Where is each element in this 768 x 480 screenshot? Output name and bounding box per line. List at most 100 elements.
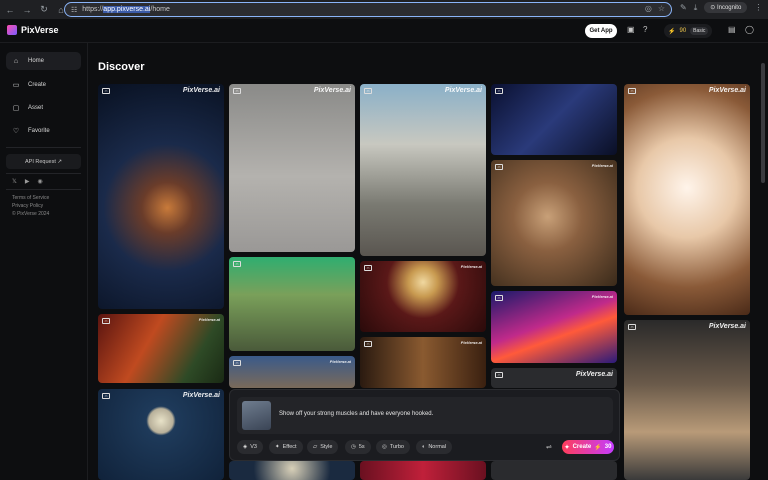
x-icon[interactable]: 𝕏 [12,178,17,185]
turbo-icon: ◎ [382,444,387,450]
url-path: /home [150,6,170,13]
api-request-button[interactable]: API Request ↗ [6,154,81,169]
option-label: Style [320,444,333,450]
downloads-icon[interactable]: ⤓ [694,3,698,13]
gallery-card[interactable]: ▭ PixVerse.ai [624,84,750,315]
model-select[interactable]: ◈ V3 [237,440,263,454]
watermark: PixVerse.ai [313,87,351,94]
prompt-panel: Show off your strong muscles and have ev… [229,389,620,461]
clock-icon: ◷ [351,444,356,450]
create-cost: 30 [604,444,612,450]
browser-toolbar: ← → ↻ ⌂ ☷ https://app.pixverse.ai/home ◎… [0,0,768,19]
discord-icon[interactable]: ◉ [37,178,42,185]
reference-image[interactable] [242,401,271,430]
video-badge-icon: ▭ [364,88,372,94]
terms-link[interactable]: Terms of Service [12,195,49,201]
sidebar-item-home[interactable]: ⌂ Home [6,52,81,70]
gallery-card[interactable]: ▭ PixVerse.ai [229,356,355,388]
gallery-card[interactable]: ▭ PixVerse.ai [360,84,486,256]
cost-icon: ⚡ [594,444,602,451]
gallery-card[interactable]: ▭ PixVerse.ai [98,389,224,480]
gallery-card[interactable]: ▭ PixVerse.ai [98,314,224,383]
prompt-text: Show off your strong muscles and have ev… [279,411,434,417]
video-badge-icon: ▭ [628,324,636,330]
video-badge-icon: ▭ [495,295,503,301]
eye-off-icon[interactable]: ◎ [645,4,652,13]
incognito-badge[interactable]: ⊙ Incognito [704,2,748,13]
watermark: PixVerse.ai [591,163,613,168]
logo-icon [7,25,17,35]
youtube-icon[interactable]: ▶ [25,178,30,185]
option-label: Turbo [389,444,404,450]
folder-icon: ▢ [12,105,20,112]
back-icon[interactable]: ← [3,3,17,17]
forward-icon[interactable]: → [20,3,34,17]
gallery-card[interactable] [360,461,486,480]
reload-icon[interactable]: ↻ [37,3,51,17]
privacy-link[interactable]: Privacy Policy [12,203,43,209]
effect-icon: ✦ [275,444,280,450]
prompt-input[interactable]: Show off your strong muscles and have ev… [237,397,613,434]
sidebar-item-label: Create [28,82,47,88]
effect-button[interactable]: ✦ Effect [269,440,303,454]
bookmark-star-icon[interactable]: ☆ [658,4,665,13]
video-badge-icon: ▭ [495,372,503,378]
help-icon[interactable]: ? [643,25,647,34]
video-badge-icon: ▭ [495,164,503,170]
watermark: PixVerse.ai [591,294,613,299]
sidebar-item-favorite[interactable]: ♡ Favorite [6,122,81,140]
credits-count: 90 [679,28,687,34]
gallery-card[interactable]: ▭ PixVerse.ai [624,320,750,480]
style-icon: ▱ [313,444,318,450]
extensions-icon[interactable]: ✎ [680,3,687,12]
copyright-text: © PixVerse 2024 [12,211,50,217]
brand-name: PixVerse [21,25,59,35]
gallery-card[interactable]: ▭ PixVerse.ai [98,84,224,309]
sidebar: ⌂ Home ▭ Create ▢ Asset ♡ Favorite API R… [0,43,88,480]
gallery-card[interactable]: ▭ [229,257,355,351]
video-badge-icon: ▭ [495,88,503,94]
tune-site-icon[interactable]: ☷ [71,6,77,14]
video-badge-icon: ▭ [102,88,110,94]
gallery-card[interactable]: ▭ PixVerse.ai [491,291,617,363]
credits-badge[interactable]: ⚡ 90 Basic [664,24,713,38]
menu-dots-icon[interactable]: ⋮ [754,3,762,12]
heart-icon: ♡ [12,128,20,135]
toggle-icon: ◐ [422,444,426,450]
option-label: 5s [358,444,365,450]
video-badge-icon: ▭ [233,360,241,366]
video-badge-icon: ▭ [102,393,110,399]
duration-select[interactable]: ◷ 5s [345,440,371,454]
model-icon: ◈ [243,444,248,450]
gallery-card[interactable]: ▭ [491,84,617,155]
address-bar[interactable]: ☷ https://app.pixverse.ai/home ◎ ☆ [64,2,672,17]
style-button[interactable]: ▱ Style [307,440,339,454]
scrollbar[interactable] [761,63,765,183]
brand-logo[interactable]: PixVerse [7,25,59,35]
message-icon[interactable]: ▤ [728,25,736,34]
sidebar-item-asset[interactable]: ▢ Asset [6,99,81,117]
gallery-card[interactable]: ▭ PixVerse.ai [491,368,617,388]
settings-sliders-icon[interactable]: ⇌ [546,443,552,451]
layout-icon[interactable]: ▣ [627,25,635,34]
mode-toggle[interactable]: ◐ Normal [416,440,453,454]
watermark: PixVerse.ai [182,87,220,94]
account-icon[interactable]: ◯ [745,25,754,34]
gallery-card[interactable]: ▭ PixVerse.ai [491,160,617,286]
gallery-card[interactable] [491,461,617,480]
gallery-card[interactable]: ▭ PixVerse.ai [229,84,355,252]
turbo-toggle[interactable]: ◎ Turbo [376,440,410,454]
watermark: PixVerse.ai [708,87,746,94]
gallery-card[interactable]: ▭ PixVerse.ai [360,337,486,388]
watermark: PixVerse.ai [329,359,351,364]
gallery-card[interactable] [229,461,355,480]
watermark: PixVerse.ai [460,264,482,269]
video-badge-icon: ▭ [364,265,372,271]
create-icon: ▭ [12,82,20,89]
option-label: V3 [250,444,257,450]
app-header: PixVerse Get App ▣ ? ⚡ 90 Basic ▤ ◯ [0,19,768,43]
gallery-card[interactable]: ▭ PixVerse.ai [360,261,486,332]
create-button[interactable]: ✦ Create ⚡ 30 [562,440,614,454]
get-app-button[interactable]: Get App [585,24,617,38]
sidebar-item-create[interactable]: ▭ Create [6,76,81,94]
